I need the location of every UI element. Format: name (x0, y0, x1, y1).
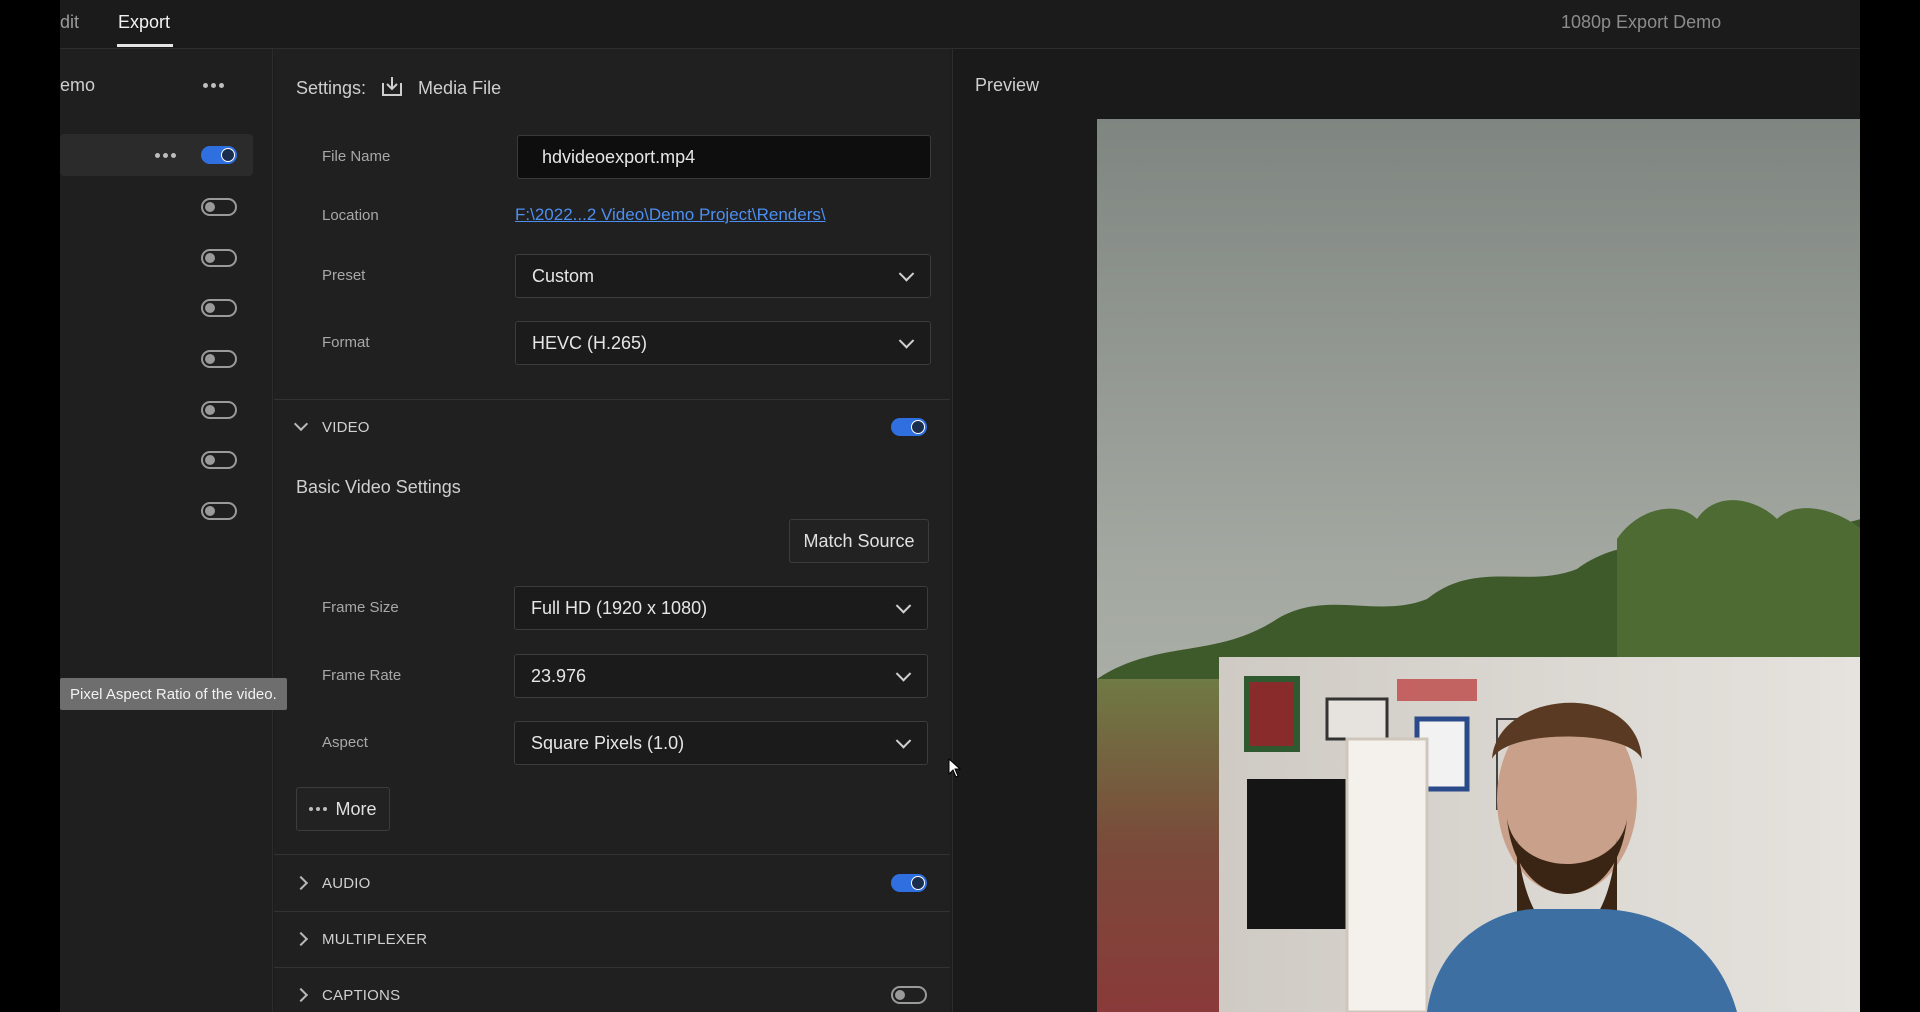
file-name-input[interactable]: hdvideoexport.mp4 (517, 135, 931, 179)
active-tab-indicator (117, 44, 173, 47)
chevron-right-icon[interactable] (293, 987, 309, 1003)
top-bar: dit Export 1080p Export Demo (60, 0, 1860, 49)
section-divider (274, 967, 950, 968)
chevron-down-icon[interactable] (293, 416, 309, 432)
document-title: 1080p Export Demo (1561, 12, 1722, 32)
settings-panel: Settings: Media File File Name hdvideoex… (274, 49, 977, 1012)
format-value: HEVC (H.265) (532, 332, 648, 353)
video-section-title[interactable]: VIDEO (322, 419, 370, 436)
more-button[interactable]: More (296, 787, 390, 831)
captions-section-title[interactable]: CAPTIONS (322, 987, 400, 1004)
match-source-button[interactable]: Match Source (789, 519, 929, 563)
chevron-down-icon (895, 598, 912, 614)
basic-video-settings-heading: Basic Video Settings (296, 477, 461, 497)
mouse-cursor-icon (948, 758, 962, 778)
preview-panel: Preview (952, 49, 1860, 1012)
aspect-value: Square Pixels (1.0) (531, 732, 685, 753)
location-label: Location (322, 207, 379, 224)
export-targets-panel: emo (60, 49, 273, 1012)
target-toggle-8[interactable] (201, 502, 237, 520)
panel-more-icon[interactable] (203, 83, 224, 88)
chevron-down-icon (895, 733, 912, 749)
multiplexer-section-title[interactable]: MULTIPLEXER (322, 931, 427, 948)
settings-heading: Settings: (296, 78, 367, 98)
chevron-right-icon[interactable] (293, 875, 309, 891)
frame-rate-value: 23.976 (531, 665, 587, 686)
frame-size-label: Frame Size (322, 599, 399, 616)
export-window: dit Export 1080p Export Demo emo Setting… (60, 0, 1860, 1012)
target-toggle-5[interactable] (201, 350, 237, 368)
preview-image (1097, 119, 1860, 1012)
target-toggle-1[interactable] (201, 146, 237, 164)
file-name-label: File Name (322, 148, 391, 165)
aspect-dropdown[interactable]: Square Pixels (1.0) (514, 721, 928, 765)
frame-rate-label: Frame Rate (322, 667, 402, 684)
preset-dropdown[interactable]: Custom (515, 254, 931, 298)
destination-label: Media File (418, 78, 502, 98)
target-toggle-7[interactable] (201, 451, 237, 469)
target-toggle-3[interactable] (201, 249, 237, 267)
chevron-down-icon (895, 666, 912, 682)
captions-toggle[interactable] (891, 986, 927, 1004)
section-divider (274, 854, 950, 855)
audio-section-title[interactable]: AUDIO (322, 875, 371, 892)
tab-edit[interactable]: dit (60, 12, 79, 33)
video-toggle[interactable] (891, 418, 927, 436)
file-name-value: hdvideoexport.mp4 (542, 146, 696, 167)
preview-video-frame[interactable] (1097, 119, 1860, 1012)
panel-title: emo (60, 75, 96, 95)
aspect-tooltip: Pixel Aspect Ratio of the video. (60, 678, 287, 710)
aspect-label: Aspect (322, 734, 368, 751)
preview-title: Preview (975, 75, 1040, 95)
section-divider (274, 911, 950, 912)
row-more-icon[interactable] (155, 153, 176, 158)
location-link[interactable]: F:\2022...2 Video\Demo Project\Renders\ (515, 205, 826, 225)
preset-label: Preset (322, 267, 366, 284)
format-label: Format (322, 334, 370, 351)
more-label: More (335, 798, 377, 819)
tab-export[interactable]: Export (118, 12, 170, 33)
preset-value: Custom (532, 265, 595, 286)
more-icon (309, 807, 328, 811)
tooltip-text: Pixel Aspect Ratio of the video. (70, 685, 277, 703)
chevron-down-icon (898, 266, 915, 282)
target-toggle-2[interactable] (201, 198, 237, 216)
format-dropdown[interactable]: HEVC (H.265) (515, 321, 931, 365)
audio-toggle[interactable] (891, 874, 927, 892)
target-toggle-4[interactable] (201, 299, 237, 317)
frame-size-dropdown[interactable]: Full HD (1920 x 1080) (514, 586, 928, 630)
target-toggle-6[interactable] (201, 401, 237, 419)
frame-rate-dropdown[interactable]: 23.976 (514, 654, 928, 698)
section-divider (274, 399, 950, 400)
chevron-right-icon[interactable] (293, 931, 309, 947)
frame-size-value: Full HD (1920 x 1080) (531, 597, 708, 618)
export-icon (380, 75, 404, 102)
chevron-down-icon (898, 333, 915, 349)
settings-header: Settings: Media File (296, 75, 501, 102)
